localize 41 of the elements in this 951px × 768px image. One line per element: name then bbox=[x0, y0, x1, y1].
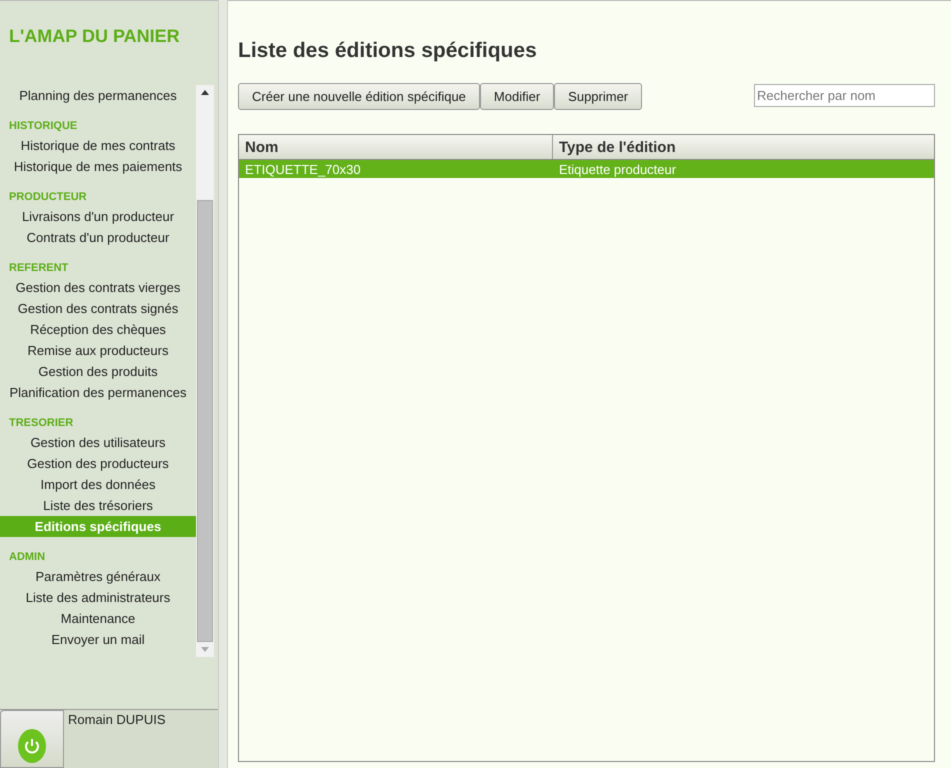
page-title: Liste des éditions spécifiques bbox=[238, 39, 538, 63]
table-cell-text: ETIQUETTE_70x30 bbox=[244, 162, 362, 176]
menu-item[interactable]: Planning des permanences bbox=[0, 85, 196, 106]
toolbar-button[interactable]: Modifier bbox=[480, 83, 554, 110]
menu-item[interactable]: Gestion des utilisateurs bbox=[0, 432, 196, 453]
scroll-up-icon[interactable] bbox=[201, 90, 209, 95]
toolbar-button[interactable]: Supprimer bbox=[554, 83, 642, 110]
menu-heading: REFERENT bbox=[8, 261, 70, 276]
menu-item[interactable]: Gestion des contrats signés bbox=[0, 298, 196, 319]
menu-item[interactable]: Remise aux producteurs bbox=[0, 340, 196, 361]
menu-item[interactable]: Gestion des contrats vierges bbox=[0, 277, 196, 298]
column-header[interactable]: Type de l'édition bbox=[553, 135, 682, 159]
splitter-bar[interactable] bbox=[218, 0, 228, 768]
menu-item[interactable]: Historique de mes contrats bbox=[0, 135, 196, 156]
search-field[interactable]: Rechercher par nom bbox=[754, 84, 935, 107]
menu-item[interactable]: Maintenance bbox=[0, 608, 196, 629]
menu-heading: HISTORIQUE bbox=[8, 119, 78, 134]
menu-item[interactable]: Réception des chèques bbox=[0, 319, 196, 340]
menu-item[interactable]: Import des données bbox=[0, 474, 196, 495]
menu-item[interactable]: Liste des trésoriers bbox=[0, 495, 196, 516]
toolbar-button[interactable]: Créer une nouvelle édition spécifique bbox=[238, 83, 480, 110]
menu-item[interactable]: Livraisons d'un producteur bbox=[0, 206, 196, 227]
menu-item[interactable]: Historique de mes paiements bbox=[0, 156, 196, 177]
app-title: L'AMAP DU PANIER bbox=[8, 25, 181, 48]
menu-item[interactable]: Paramètres généraux bbox=[0, 566, 196, 587]
menu-item[interactable]: Contrats d'un producteur bbox=[0, 227, 196, 248]
power-icon bbox=[18, 729, 46, 763]
menu-item[interactable]: Gestion des producteurs bbox=[0, 453, 196, 474]
scroll-down-icon[interactable] bbox=[201, 647, 209, 652]
menu-item[interactable]: Envoyer un mail bbox=[0, 629, 196, 650]
column-header[interactable]: Nom bbox=[239, 135, 553, 159]
menu-item[interactable]: Planification des permanences bbox=[0, 382, 196, 403]
table-cell-text: Etiquette producteur bbox=[558, 162, 678, 176]
logout-button[interactable] bbox=[0, 710, 64, 768]
menu-heading: PRODUCTEUR bbox=[8, 190, 88, 205]
menu-item[interactable]: Gestion des produits bbox=[0, 361, 196, 382]
menu-heading: TRESORIER bbox=[8, 416, 74, 431]
user-name: Romain DUPUIS bbox=[67, 711, 167, 729]
scrollbar[interactable] bbox=[196, 85, 214, 657]
menu-heading: ADMIN bbox=[8, 550, 46, 565]
menu-item[interactable]: Liste des administrateurs bbox=[0, 587, 196, 608]
